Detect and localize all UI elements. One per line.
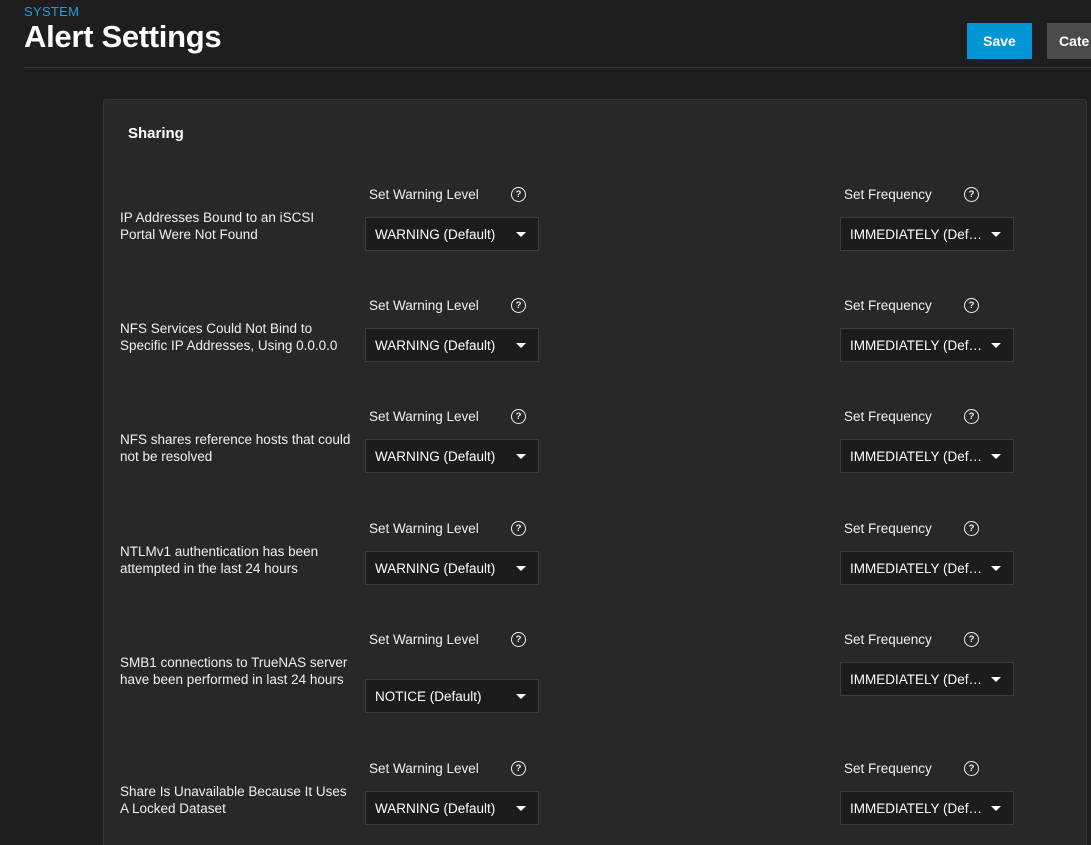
chevron-down-icon xyxy=(991,677,1001,682)
chevron-down-icon xyxy=(516,343,526,348)
warning-level-help-icon[interactable]: ? xyxy=(511,632,526,647)
warning-level-value: WARNING (Default) xyxy=(375,338,496,353)
frequency-value: IMMEDIATELY (Default) xyxy=(850,449,988,464)
warning-level-help-icon[interactable]: ? xyxy=(511,298,526,313)
save-button[interactable]: Save xyxy=(967,23,1032,59)
frequency-help-icon[interactable]: ? xyxy=(964,521,979,536)
warning-level-help-icon[interactable]: ? xyxy=(511,521,526,536)
warning-level-label: Set Warning Level xyxy=(369,632,479,647)
chevron-down-icon xyxy=(991,566,1001,571)
alert-name: NFS shares reference hosts that could no… xyxy=(120,432,351,464)
alert-name: IP Addresses Bound to an iSCSI Portal We… xyxy=(120,210,315,242)
frequency-value: IMMEDIATELY (Default) xyxy=(850,561,988,576)
frequency-select[interactable]: IMMEDIATELY (Default) xyxy=(840,551,1014,585)
frequency-select[interactable]: IMMEDIATELY (Default) xyxy=(840,662,1014,696)
warning-level-value: WARNING (Default) xyxy=(375,561,496,576)
alert-row: SMB1 connections to TrueNAS server have … xyxy=(104,632,1086,762)
frequency-label: Set Frequency xyxy=(844,187,932,202)
frequency-select[interactable]: IMMEDIATELY (Default) xyxy=(840,217,1014,251)
frequency-select[interactable]: IMMEDIATELY (Default) xyxy=(840,791,1014,825)
alert-row: NTLMv1 authentication has been attempted… xyxy=(104,521,1086,621)
warning-level-label: Set Warning Level xyxy=(369,761,479,776)
frequency-label: Set Frequency xyxy=(844,521,932,536)
warning-level-value: WARNING (Default) xyxy=(375,449,496,464)
frequency-value: IMMEDIATELY (Default) xyxy=(850,672,988,687)
warning-level-label: Set Warning Level xyxy=(369,298,479,313)
alert-row: IP Addresses Bound to an iSCSI Portal We… xyxy=(104,187,1086,287)
warning-level-select[interactable]: WARNING (Default) xyxy=(365,791,539,825)
chevron-down-icon xyxy=(516,694,526,699)
warning-level-value: WARNING (Default) xyxy=(375,801,496,816)
frequency-value: IMMEDIATELY (Default) xyxy=(850,227,988,242)
frequency-label: Set Frequency xyxy=(844,761,932,776)
section-title: Sharing xyxy=(128,125,184,142)
chevron-down-icon xyxy=(516,806,526,811)
warning-level-select[interactable]: WARNING (Default) xyxy=(365,217,539,251)
warning-level-select[interactable]: WARNING (Default) xyxy=(365,439,539,473)
sharing-card: Sharing IP Addresses Bound to an iSCSI P… xyxy=(103,99,1087,845)
chevron-down-icon xyxy=(516,566,526,571)
frequency-help-icon[interactable]: ? xyxy=(964,409,979,424)
chevron-down-icon xyxy=(991,454,1001,459)
frequency-help-icon[interactable]: ? xyxy=(964,298,979,313)
frequency-value: IMMEDIATELY (Default) xyxy=(850,338,988,353)
chevron-down-icon xyxy=(991,806,1001,811)
alert-row: NFS Services Could Not Bind to Specific … xyxy=(104,298,1086,398)
header-divider xyxy=(24,67,1091,68)
frequency-label: Set Frequency xyxy=(844,632,932,647)
category-button[interactable]: Cate xyxy=(1047,23,1091,59)
alert-row: Share Is Unavailable Because It Uses A L… xyxy=(104,761,1086,845)
chevron-down-icon xyxy=(516,232,526,237)
warning-level-select[interactable]: WARNING (Default) xyxy=(365,551,539,585)
frequency-help-icon[interactable]: ? xyxy=(964,761,979,776)
warning-level-help-icon[interactable]: ? xyxy=(511,409,526,424)
frequency-help-icon[interactable]: ? xyxy=(964,632,979,647)
alert-name: Share Is Unavailable Because It Uses A L… xyxy=(120,784,347,816)
frequency-select[interactable]: IMMEDIATELY (Default) xyxy=(840,328,1014,362)
breadcrumb[interactable]: SYSTEM xyxy=(24,4,79,19)
warning-level-value: WARNING (Default) xyxy=(375,227,496,242)
chevron-down-icon xyxy=(991,232,1001,237)
page-title: Alert Settings xyxy=(24,19,222,54)
warning-level-value: NOTICE (Default) xyxy=(375,689,482,704)
frequency-help-icon[interactable]: ? xyxy=(964,187,979,202)
chevron-down-icon xyxy=(991,343,1001,348)
alert-settings-page: SYSTEM Alert Settings Save Cate Sharing … xyxy=(0,0,1091,845)
warning-level-select[interactable]: WARNING (Default) xyxy=(365,328,539,362)
chevron-down-icon xyxy=(516,454,526,459)
alert-name: NFS Services Could Not Bind to Specific … xyxy=(120,321,338,353)
frequency-select[interactable]: IMMEDIATELY (Default) xyxy=(840,439,1014,473)
warning-level-select[interactable]: NOTICE (Default) xyxy=(365,679,539,713)
warning-level-label: Set Warning Level xyxy=(369,187,479,202)
warning-level-help-icon[interactable]: ? xyxy=(511,761,526,776)
frequency-value: IMMEDIATELY (Default) xyxy=(850,801,988,816)
warning-level-help-icon[interactable]: ? xyxy=(511,187,526,202)
warning-level-label: Set Warning Level xyxy=(369,409,479,424)
alert-name: NTLMv1 authentication has been attempted… xyxy=(120,544,319,576)
frequency-label: Set Frequency xyxy=(844,298,932,313)
alert-name: SMB1 connections to TrueNAS server have … xyxy=(120,655,348,687)
warning-level-label: Set Warning Level xyxy=(369,521,479,536)
alert-row: NFS shares reference hosts that could no… xyxy=(104,409,1086,509)
frequency-label: Set Frequency xyxy=(844,409,932,424)
